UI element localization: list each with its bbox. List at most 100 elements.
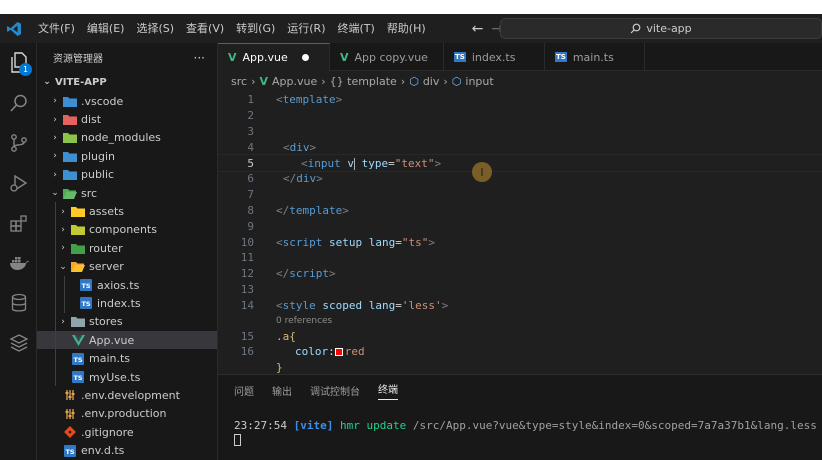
- tree-item-dist[interactable]: › dist: [37, 110, 217, 128]
- line-number: 11: [240, 251, 254, 265]
- tab-index-ts[interactable]: TS index.ts: [444, 43, 545, 71]
- menu-view[interactable]: 查看(V): [180, 14, 230, 43]
- extensions-icon[interactable]: [0, 203, 37, 243]
- tree-item-label: src: [81, 186, 98, 200]
- tree-item-app-vue[interactable]: App.vue: [37, 331, 217, 350]
- tree-item-plugin[interactable]: › plugin: [37, 147, 217, 165]
- more-actions-icon[interactable]: ···: [194, 51, 205, 65]
- typescript-file-icon: TS: [71, 352, 85, 365]
- chevron-down-icon: ⌄: [51, 188, 59, 199]
- tree-item-router[interactable]: › router: [37, 239, 217, 258]
- tree-item-src[interactable]: ⌄ src: [37, 184, 217, 202]
- arrow-left-icon[interactable]: ←: [472, 21, 484, 37]
- typescript-def-icon: TS: [63, 444, 77, 457]
- indent-guide: [55, 331, 56, 350]
- code-line: 10 <script setup lang="ts">: [218, 234, 822, 250]
- activity-bar: 1: [0, 43, 37, 460]
- tree-item-myuse-ts[interactable]: TS myUse.ts: [37, 367, 217, 387]
- codelens-references[interactable]: 0 references: [218, 313, 822, 328]
- tab-main-ts[interactable]: TS main.ts: [545, 43, 645, 71]
- token: }: [276, 361, 283, 374]
- tree-item-node-modules[interactable]: › node_modules: [37, 129, 217, 147]
- tree-item-components[interactable]: › components: [37, 220, 217, 240]
- code-content: }: [276, 361, 283, 374]
- tree-item-label: .vscode: [81, 94, 124, 108]
- tree-item-stores[interactable]: › stores: [37, 312, 217, 332]
- tree-item-label: .gitignore: [81, 425, 134, 439]
- tab-problems[interactable]: 问题: [234, 383, 254, 398]
- unsaved-dot-icon[interactable]: [301, 54, 309, 61]
- tree-item-server[interactable]: ⌄ server: [37, 257, 217, 276]
- token: v: [347, 156, 354, 170]
- tab-app-copy-vue[interactable]: V App copy.vue: [330, 43, 444, 71]
- breadcrumb-item[interactable]: input: [465, 75, 493, 88]
- breadcrumb-item[interactable]: {} template: [330, 75, 397, 88]
- database-icon[interactable]: [0, 283, 37, 323]
- menu-help[interactable]: 帮助(H): [381, 14, 432, 43]
- token: scoped: [322, 298, 363, 312]
- color-swatch[interactable]: [334, 348, 343, 357]
- chevron-right-icon: ›: [53, 96, 57, 107]
- line-number: 14: [240, 298, 254, 312]
- chevron-right-icon: ›: [321, 74, 326, 88]
- search-view-icon[interactable]: [0, 83, 37, 123]
- chevron-right-icon: ›: [53, 114, 57, 125]
- docker-icon[interactable]: [0, 243, 37, 283]
- token: setup: [329, 235, 363, 249]
- source-control-icon[interactable]: [0, 123, 37, 163]
- chevron-right-icon: ›: [251, 74, 256, 88]
- tree-item-label: axios.ts: [97, 278, 140, 292]
- menu-edit[interactable]: 编辑(E): [81, 14, 131, 43]
- tree-item-label: .env.development: [81, 388, 180, 402]
- tree-item-index-ts[interactable]: TS index.ts: [37, 294, 217, 313]
- breadcrumb-item[interactable]: src: [231, 75, 247, 88]
- tree-item-axios-ts[interactable]: TS axios.ts: [37, 275, 217, 295]
- vue-file-icon: V: [340, 50, 349, 64]
- line-number: 16: [240, 345, 254, 359]
- tab-output[interactable]: 输出: [272, 383, 292, 398]
- menu-terminal[interactable]: 终端(T): [332, 14, 381, 43]
- typescript-file-icon: TS: [555, 52, 567, 62]
- explorer-icon[interactable]: 1: [0, 43, 37, 83]
- svg-text:TS: TS: [81, 282, 90, 290]
- tree-item-assets[interactable]: › assets: [37, 202, 217, 221]
- tree-item-public[interactable]: › public: [37, 166, 217, 184]
- breadcrumb-item[interactable]: div: [423, 75, 440, 88]
- env-file-icon: [63, 408, 77, 420]
- terminal-output[interactable]: 23:27:54 [vite] hmr update /src/App.vue?…: [218, 405, 822, 449]
- tree-item-env-d-ts[interactable]: TS env.d.ts: [37, 441, 217, 459]
- menu-run[interactable]: 运行(R): [281, 14, 331, 43]
- workspace-section[interactable]: ⌄ VITE-APP: [37, 72, 217, 92]
- menu-file[interactable]: 文件(F): [32, 14, 81, 43]
- indent-guide: [55, 349, 56, 368]
- indent-guide: [55, 312, 56, 332]
- code-content: </div>: [283, 172, 323, 186]
- tree-item-env-development[interactable]: .env.development: [37, 386, 217, 404]
- menu-selection[interactable]: 选择(S): [130, 14, 180, 43]
- menu-go[interactable]: 转到(G): [230, 14, 281, 43]
- command-center-search[interactable]: vite-app: [500, 18, 822, 39]
- run-debug-icon[interactable]: [0, 163, 37, 203]
- code-editor[interactable]: 1 <template> 2 3 4 <div> 5 <input v type…: [218, 91, 822, 374]
- tree-item-vscode[interactable]: › .vscode: [37, 92, 217, 110]
- vscode-logo-icon: [2, 14, 26, 43]
- layers-icon[interactable]: [0, 323, 37, 363]
- code-line: 8 </template>: [218, 203, 822, 219]
- tree-item-label: components: [89, 223, 157, 237]
- workspace-title: VITE-APP: [55, 76, 107, 88]
- token: lang: [368, 235, 396, 249]
- tree-item-main-ts[interactable]: TS main.ts: [37, 349, 217, 368]
- tab-label: index.ts: [471, 50, 516, 64]
- folder-vscode-icon: [63, 95, 77, 107]
- top-strip: [0, 0, 822, 14]
- code-content: <div>: [283, 140, 317, 154]
- token: script: [282, 235, 323, 249]
- tab-debug-console[interactable]: 调试控制台: [310, 383, 360, 398]
- tab-terminal[interactable]: 终端: [378, 381, 398, 400]
- explorer-badge: 1: [19, 63, 32, 76]
- vue-file-icon: V: [228, 51, 237, 64]
- tab-app-vue[interactable]: V App.vue: [218, 43, 330, 71]
- breadcrumb-item[interactable]: App.vue: [272, 75, 317, 88]
- tree-item-gitignore[interactable]: .gitignore: [37, 423, 217, 441]
- tree-item-env-production[interactable]: .env.production: [37, 405, 217, 423]
